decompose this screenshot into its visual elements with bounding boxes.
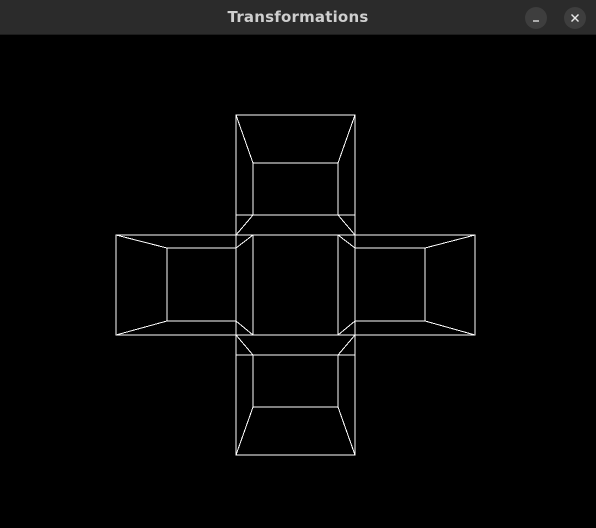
close-icon [571, 14, 579, 22]
minimize-button[interactable] [525, 7, 547, 29]
minimize-icon [533, 20, 539, 22]
app-window: Transformations [0, 0, 596, 528]
cube-left [115, 234, 254, 336]
title-bar[interactable]: Transformations [0, 0, 596, 35]
close-button[interactable] [564, 7, 586, 29]
cube-right [337, 234, 476, 336]
cube-bottom [235, 334, 356, 456]
cube-top [235, 114, 356, 236]
window-title: Transformations [227, 8, 369, 26]
render-canvas [0, 35, 596, 528]
